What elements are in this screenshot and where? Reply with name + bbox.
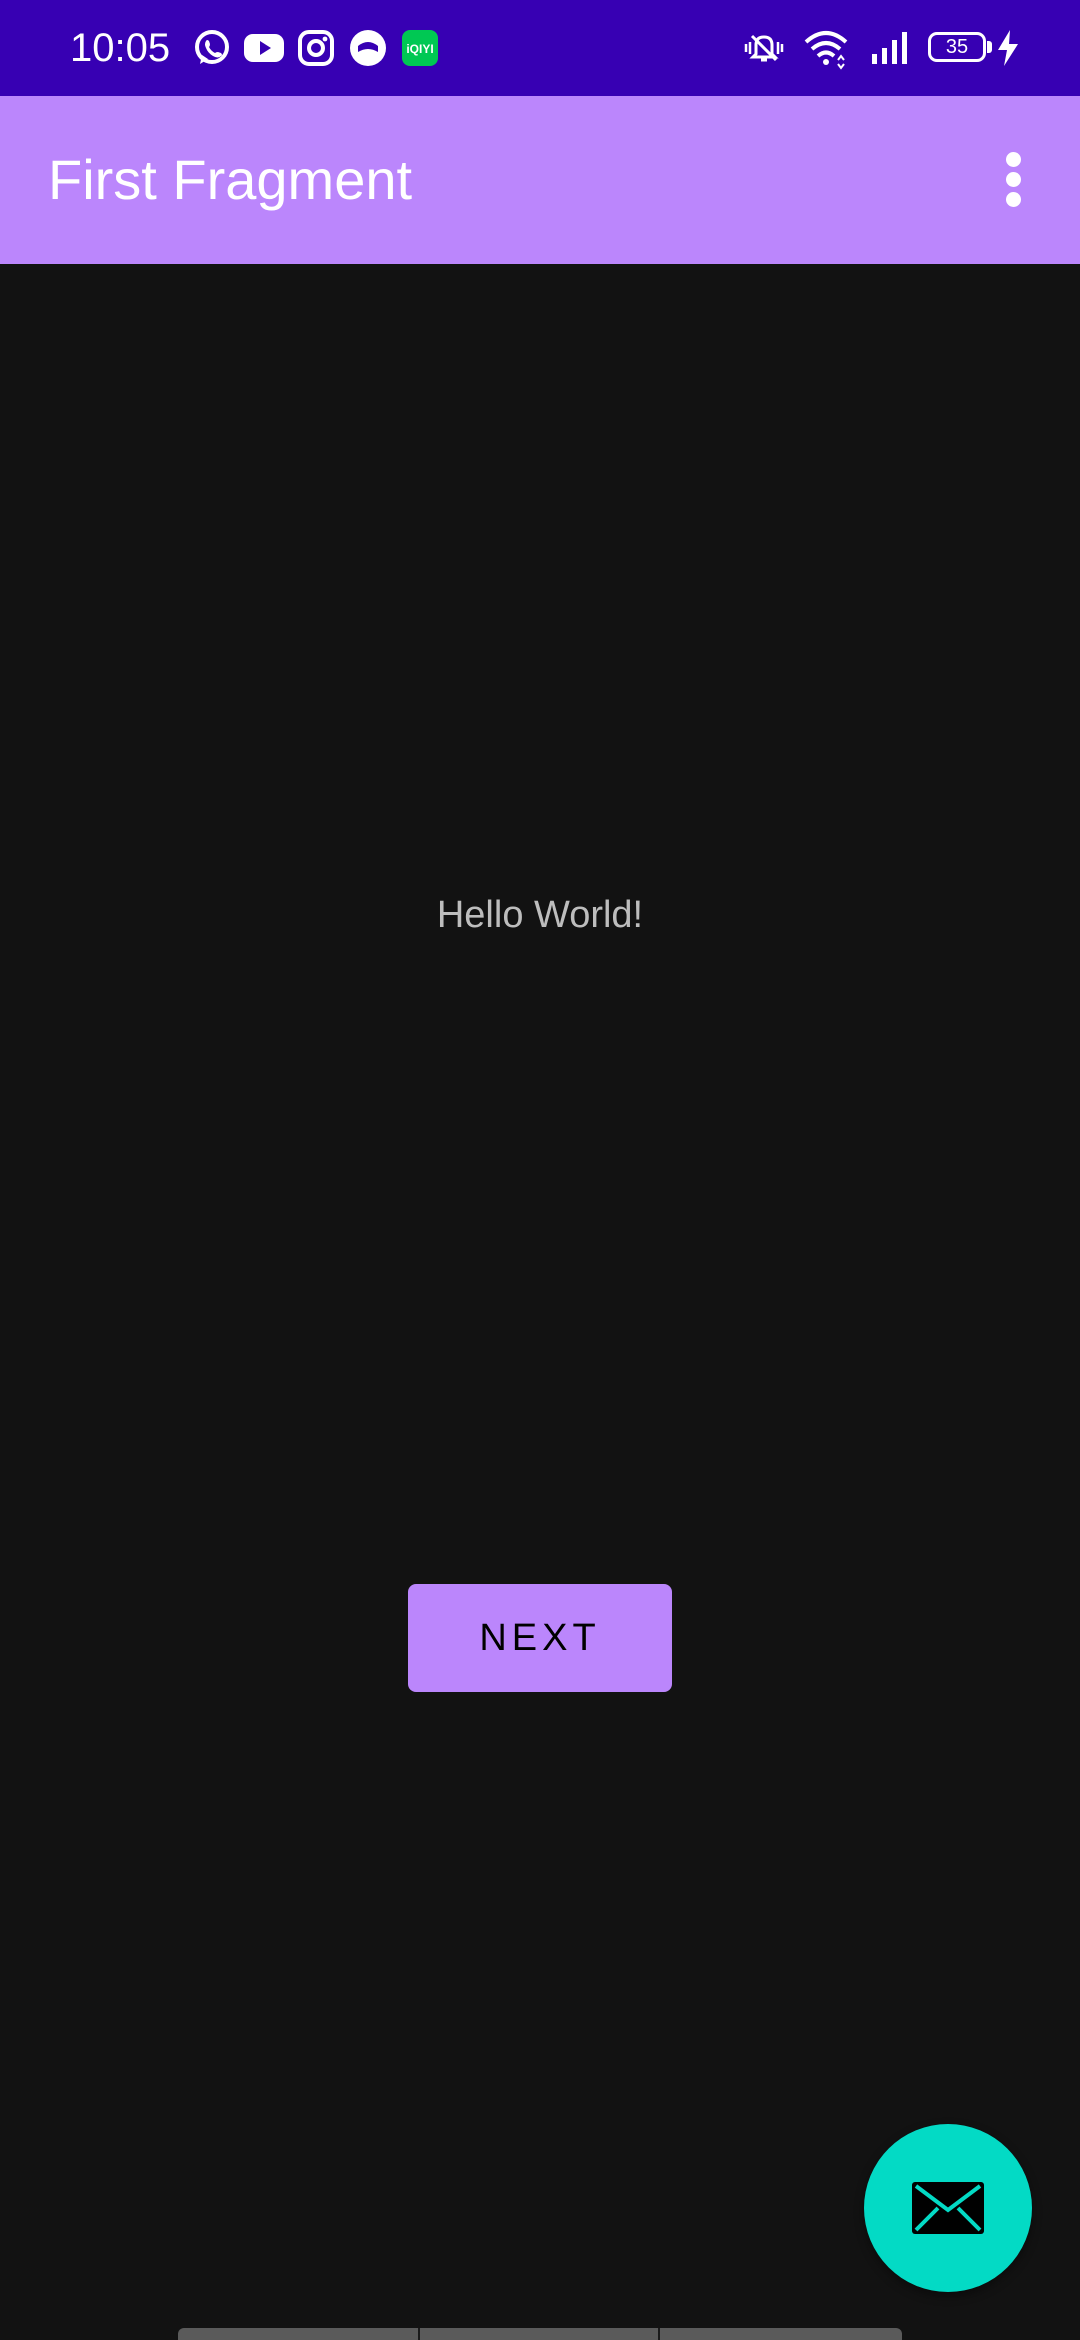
iqiyi-label: iQIYI — [406, 42, 433, 56]
whatsapp-icon — [188, 24, 236, 72]
signal-icon — [868, 24, 912, 72]
navigation-gesture-bar[interactable] — [178, 2328, 902, 2340]
battery-indicator: 35 — [928, 32, 992, 62]
more-vert-icon — [1006, 152, 1021, 167]
email-fab[interactable] — [864, 2124, 1032, 2292]
more-options-button[interactable] — [990, 148, 1038, 212]
app-bar: First Fragment — [0, 96, 1080, 264]
iqiyi-icon: iQIYI — [396, 24, 444, 72]
youtube-icon — [240, 24, 288, 72]
vibrate-muted-icon — [740, 24, 788, 72]
wifi-icon — [802, 24, 850, 72]
charging-icon — [994, 24, 1022, 72]
instagram-icon — [292, 24, 340, 72]
hello-text: Hello World! — [436, 894, 644, 936]
status-bar: 10:05 iQIYI 35 — [0, 0, 1080, 96]
status-time: 10:05 — [70, 26, 171, 70]
messenger-icon — [344, 24, 392, 72]
system-icons: 35 — [740, 24, 1070, 72]
email-icon — [912, 2182, 984, 2234]
next-button[interactable]: NEXT — [408, 1584, 672, 1692]
page-title: First Fragment — [48, 148, 413, 211]
